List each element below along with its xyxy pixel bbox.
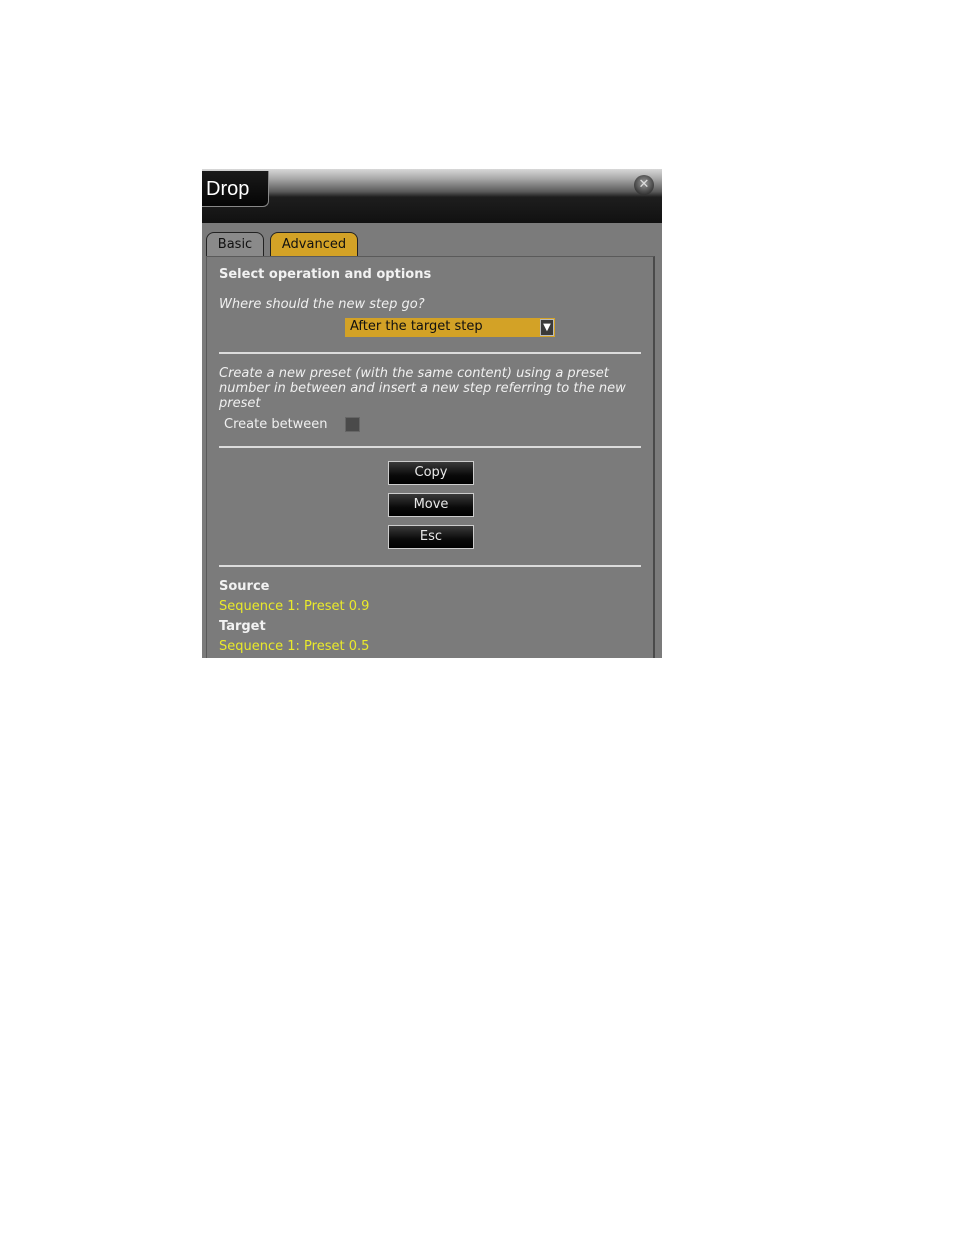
move-button[interactable]: Move — [388, 493, 474, 517]
position-question: Where should the new step go? — [219, 297, 425, 312]
source-label: Source — [219, 579, 270, 594]
divider — [219, 352, 641, 354]
close-icon: ✕ — [638, 177, 650, 192]
close-button[interactable]: ✕ — [634, 175, 654, 195]
create-between-description: Create a new preset (with the same conte… — [219, 366, 626, 411]
copy-button[interactable]: Copy — [388, 461, 474, 485]
dialog-title: Drop — [206, 178, 250, 200]
title-tab: Drop — [202, 171, 269, 207]
target-label: Target — [219, 619, 266, 634]
drop-dialog: Drop ✕ Basic Advanced Select operation a… — [202, 169, 662, 658]
create-between-label: Create between — [224, 417, 328, 432]
tab-advanced[interactable]: Advanced — [270, 232, 358, 256]
tab-basic[interactable]: Basic — [206, 232, 264, 256]
divider — [219, 446, 641, 448]
create-between-checkbox[interactable] — [345, 417, 360, 432]
title-bar[interactable]: Drop ✕ — [202, 169, 662, 223]
esc-button[interactable]: Esc — [388, 525, 474, 549]
section-title: Select operation and options — [219, 267, 432, 282]
source-value: Sequence 1: Preset 0.9 — [219, 599, 370, 614]
target-value: Sequence 1: Preset 0.5 — [219, 639, 370, 654]
position-select[interactable]: After the target step ▼ — [345, 318, 555, 337]
chevron-down-icon[interactable]: ▼ — [540, 319, 554, 336]
advanced-panel: Select operation and options Where shoul… — [206, 256, 655, 658]
divider — [219, 565, 641, 567]
position-select-value: After the target step — [350, 319, 483, 334]
